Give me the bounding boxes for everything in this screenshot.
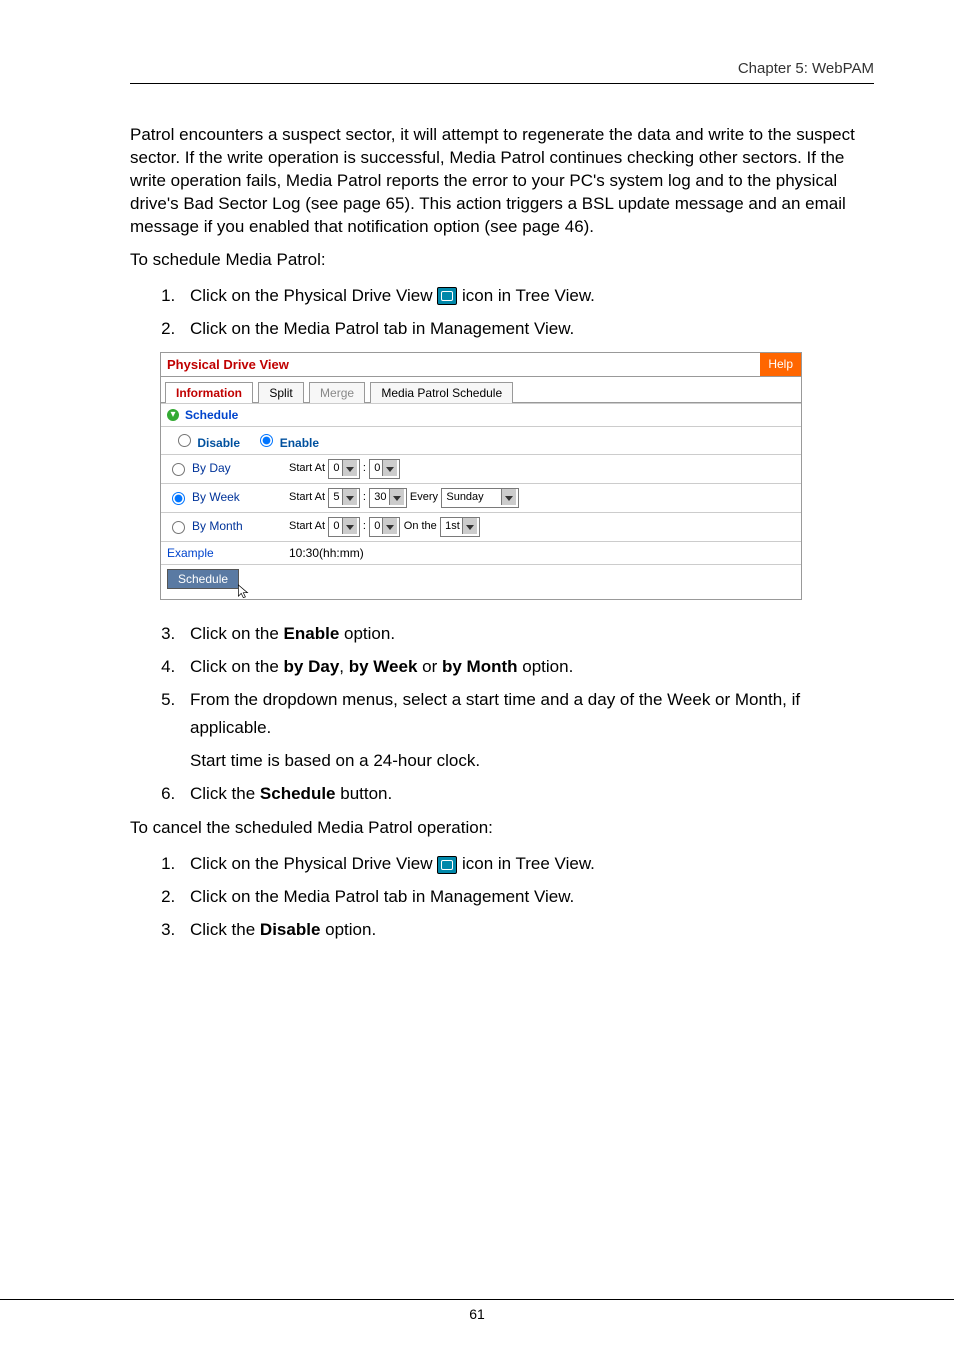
disable-radio[interactable] xyxy=(178,434,191,447)
page-footer: 61 xyxy=(0,1299,954,1322)
tab-information[interactable]: Information xyxy=(165,382,253,403)
chevron-down-icon xyxy=(462,518,477,534)
by-month-radio[interactable] xyxy=(172,521,185,534)
step-5-note: Start time is based on a 24-hour clock. xyxy=(190,747,874,774)
step-4: Click on the by Day, by Week or by Month… xyxy=(180,653,874,680)
steps-list-cancel: Click on the Physical Drive View icon in… xyxy=(130,850,874,944)
month-hour-select[interactable]: 0 xyxy=(328,517,359,537)
schedule-button[interactable]: Schedule xyxy=(167,569,239,589)
example-row: Example 10:30(hh:mm) xyxy=(161,542,801,565)
chevron-down-icon xyxy=(342,489,357,505)
by-day-radio[interactable] xyxy=(172,463,185,476)
chevron-down-icon xyxy=(342,518,357,534)
disable-option[interactable]: Disable xyxy=(173,436,240,450)
week-day-select[interactable]: Sunday xyxy=(441,488,519,508)
by-week-option[interactable]: By Week xyxy=(167,489,240,505)
chevron-down-icon xyxy=(382,460,397,476)
panel-titlebar: Physical Drive View Help xyxy=(161,353,801,377)
tab-merge: Merge xyxy=(309,382,365,403)
enable-radio[interactable] xyxy=(260,434,273,447)
cancel-step-1: Click on the Physical Drive View icon in… xyxy=(180,850,874,877)
cancel-intro: To cancel the scheduled Media Patrol ope… xyxy=(130,817,874,840)
steps-list-b: Click on the Enable option. Click on the… xyxy=(130,620,874,807)
chevron-down-icon xyxy=(342,460,357,476)
button-row: Schedule xyxy=(161,564,801,599)
physical-drive-view-icon xyxy=(437,287,457,305)
month-min-select[interactable]: 0 xyxy=(369,517,400,537)
physical-drive-view-icon xyxy=(437,856,457,874)
cursor-icon xyxy=(237,583,251,601)
tab-media-patrol-schedule[interactable]: Media Patrol Schedule xyxy=(370,382,513,403)
day-min-select[interactable]: 0 xyxy=(369,459,400,479)
management-panel: Physical Drive View Help Information Spl… xyxy=(160,352,802,600)
chevron-down-icon xyxy=(382,518,397,534)
step-3: Click on the Enable option. xyxy=(180,620,874,647)
panel-title: Physical Drive View xyxy=(161,353,295,376)
cancel-step-2: Click on the Media Patrol tab in Managem… xyxy=(180,883,874,910)
steps-list-schedule: Click on the Physical Drive View icon in… xyxy=(130,282,874,342)
intro-paragraph: Patrol encounters a suspect sector, it w… xyxy=(130,124,874,239)
week-hour-select[interactable]: 5 xyxy=(328,488,359,508)
week-min-select[interactable]: 30 xyxy=(369,488,406,508)
page-number: 61 xyxy=(469,1306,485,1322)
tabs-row: Information Split Merge Media Patrol Sch… xyxy=(161,377,801,403)
month-day-select[interactable]: 1st xyxy=(440,517,480,537)
page-header: Chapter 5: WebPAM xyxy=(130,60,874,84)
chevron-down-icon xyxy=(501,489,516,505)
step-6: Click the Schedule button. xyxy=(180,780,874,807)
schedule-table: By Day Start At 0 : 0 By Week Start At 5… xyxy=(161,454,801,564)
by-month-option[interactable]: By Month xyxy=(167,518,243,534)
day-hour-select[interactable]: 0 xyxy=(328,459,359,479)
by-day-option[interactable]: By Day xyxy=(167,460,231,476)
step-1: Click on the Physical Drive View icon in… xyxy=(180,282,874,309)
schedule-label: Schedule xyxy=(185,408,238,422)
schedule-section-header[interactable]: ▾ Schedule xyxy=(161,403,801,426)
help-button[interactable]: Help xyxy=(760,353,801,376)
step-5: From the dropdown menus, select a start … xyxy=(180,686,874,774)
enable-disable-row: Disable Enable xyxy=(161,426,801,454)
schedule-intro: To schedule Media Patrol: xyxy=(130,249,874,272)
step-2: Click on the Media Patrol tab in Managem… xyxy=(180,315,874,342)
expand-icon: ▾ xyxy=(167,409,179,421)
cancel-step-3: Click the Disable option. xyxy=(180,916,874,943)
chevron-down-icon xyxy=(389,489,404,505)
by-week-row: By Week Start At 5 : 30 Every Sunday xyxy=(161,484,801,513)
example-label: Example xyxy=(161,542,283,565)
chapter-title: Chapter 5: WebPAM xyxy=(738,60,874,77)
example-value: 10:30(hh:mm) xyxy=(283,542,801,565)
by-week-radio[interactable] xyxy=(172,492,185,505)
by-day-row: By Day Start At 0 : 0 xyxy=(161,455,801,484)
by-month-row: By Month Start At 0 : 0 On the 1st xyxy=(161,513,801,542)
enable-option[interactable]: Enable xyxy=(255,436,319,450)
tab-split[interactable]: Split xyxy=(258,382,303,403)
